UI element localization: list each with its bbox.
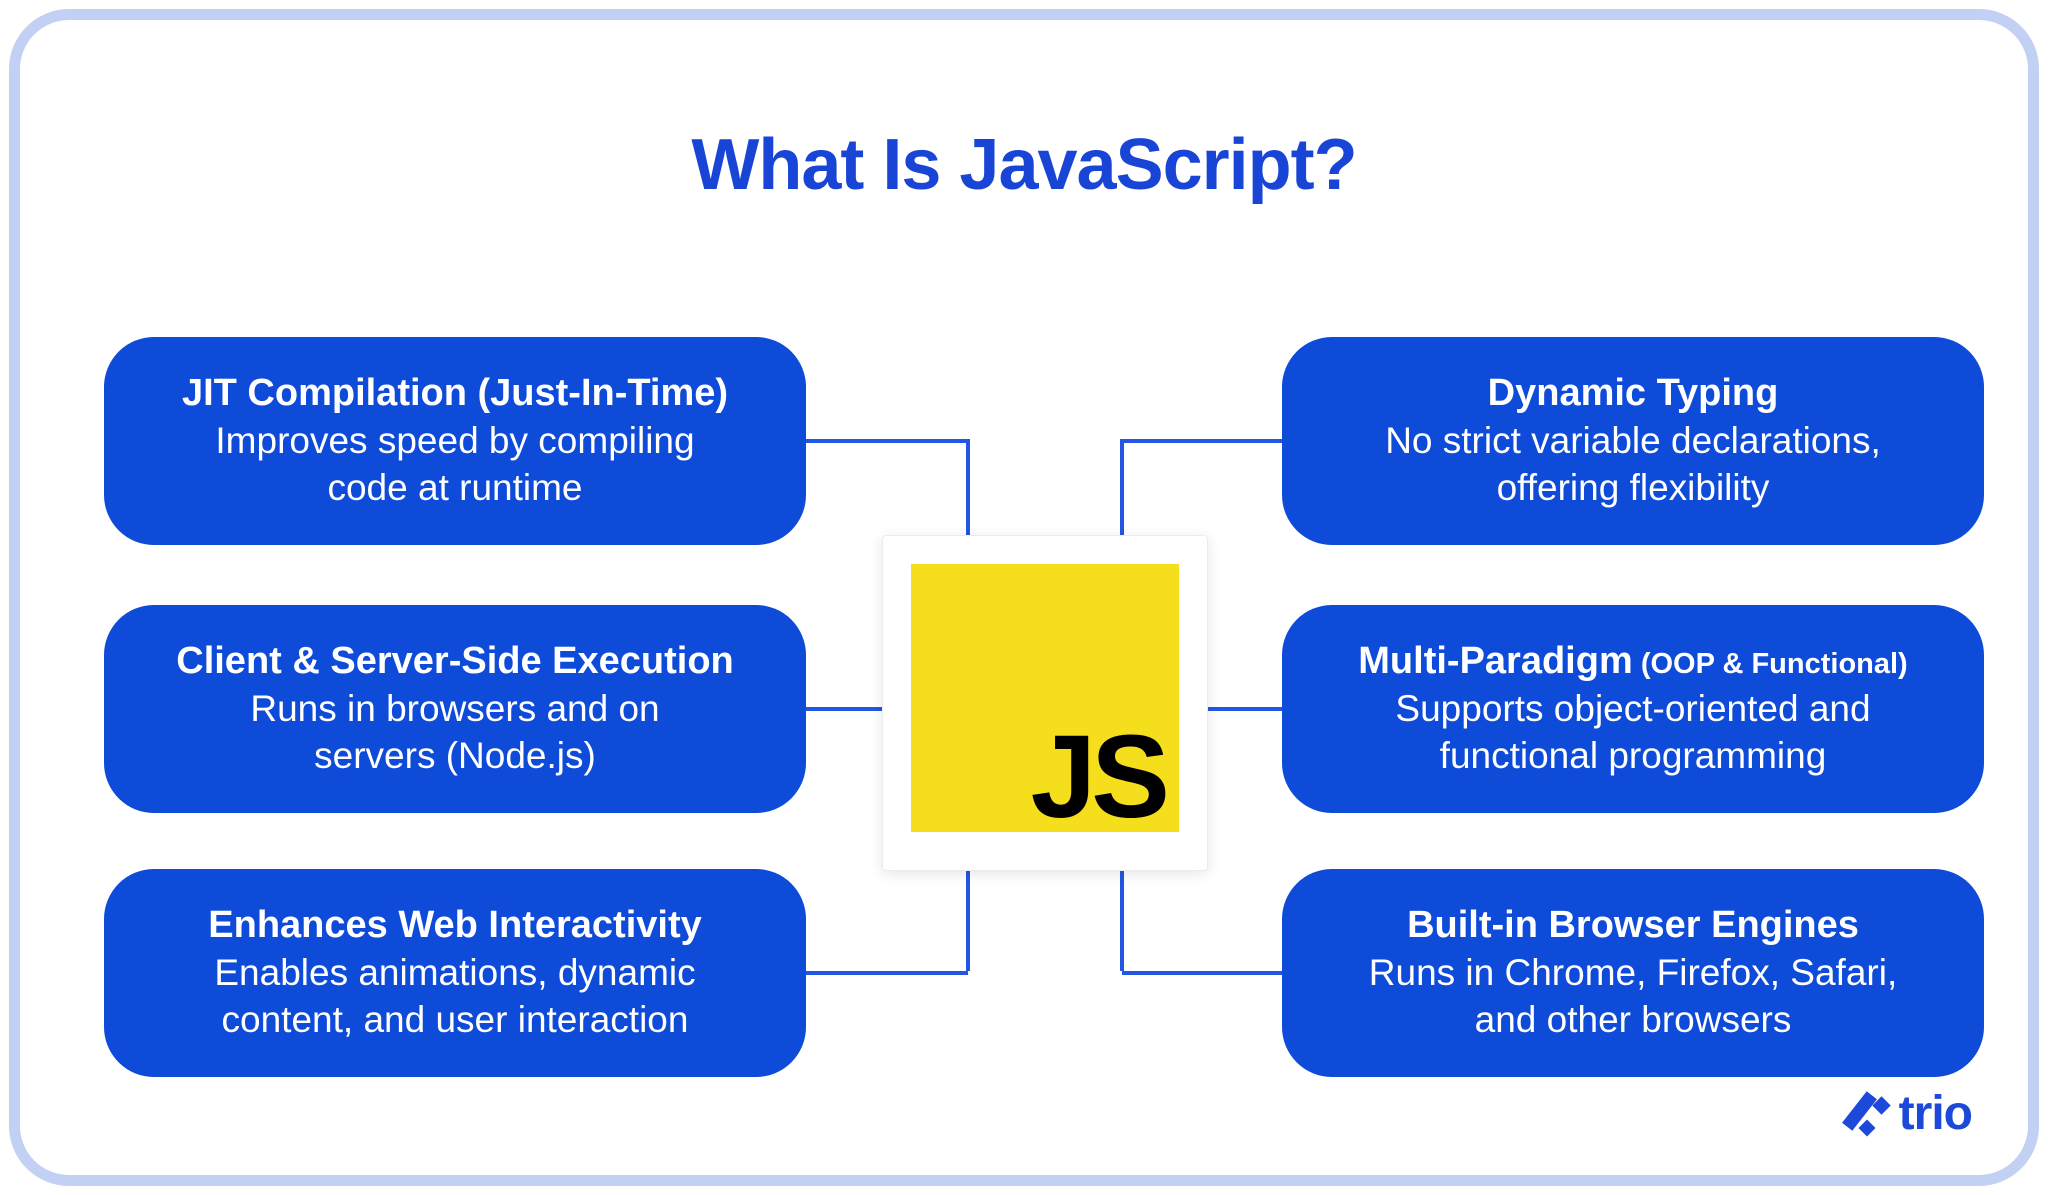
feature-heading-text: JIT Compilation (Just-In-Time) [182, 372, 728, 414]
feature-box-client-server: Client & Server-Side Execution Runs in b… [104, 605, 806, 813]
connector-web-interactivity-vertical [966, 869, 970, 971]
connector-multi-paradigm-horizontal [1206, 707, 1282, 711]
feature-body: Runs in Chrome, Firefox, Safari, and oth… [1369, 950, 1897, 1044]
feature-body: Supports object-oriented and functional … [1395, 686, 1870, 780]
feature-box-browser-engines: Built-in Browser Engines Runs in Chrome,… [1282, 869, 1984, 1077]
feature-box-web-interactivity: Enhances Web Interactivity Enables anima… [104, 869, 806, 1077]
connector-dynamic-typing-vertical [1120, 439, 1124, 535]
feature-body: Enables animations, dynamic content, and… [214, 950, 695, 1044]
feature-heading-text: Multi-Paradigm [1358, 640, 1632, 682]
feature-heading: Enhances Web Interactivity [208, 902, 701, 950]
feature-body: No strict variable declarations, offerin… [1385, 418, 1881, 512]
connector-web-interactivity-horizontal [806, 971, 968, 975]
feature-box-dynamic-typing: Dynamic Typing No strict variable declar… [1282, 337, 1984, 545]
feature-heading-text: Built-in Browser Engines [1407, 904, 1859, 946]
feature-heading-suffix: (OOP & Functional) [1633, 648, 1908, 680]
connector-jit-vertical [966, 439, 970, 535]
infographic-frame: What Is JavaScript? JIT Compilation (Jus… [9, 9, 2039, 1186]
trio-logo-text: trio [1899, 1090, 1972, 1138]
page-title: What Is JavaScript? [20, 124, 2028, 206]
feature-heading: JIT Compilation (Just-In-Time) [182, 370, 728, 418]
javascript-logo-text: JS [1031, 729, 1165, 826]
feature-box-jit-compilation: JIT Compilation (Just-In-Time) Improves … [104, 337, 806, 545]
connector-dynamic-typing-horizontal [1122, 439, 1282, 443]
connector-browser-engines-horizontal [1122, 971, 1282, 975]
javascript-logo-card: JS [882, 535, 1208, 871]
feature-heading: Built-in Browser Engines [1407, 902, 1859, 950]
trio-logo-icon [1847, 1089, 1889, 1139]
feature-body: Runs in browsers and on servers (Node.js… [250, 686, 659, 780]
trio-icon-diamond-bottom [1858, 1120, 1875, 1137]
feature-box-multi-paradigm: Multi-Paradigm(OOP & Functional) Support… [1282, 605, 1984, 813]
feature-heading: Client & Server-Side Execution [176, 638, 734, 686]
feature-heading: Dynamic Typing [1488, 370, 1779, 418]
feature-heading: Multi-Paradigm(OOP & Functional) [1358, 638, 1907, 686]
feature-heading-text: Client & Server-Side Execution [176, 640, 734, 682]
connector-browser-engines-vertical [1120, 869, 1124, 971]
brand-logo: trio [1847, 1089, 1972, 1139]
feature-heading-text: Dynamic Typing [1488, 372, 1779, 414]
feature-heading-text: Enhances Web Interactivity [208, 904, 701, 946]
feature-body: Improves speed by compiling code at runt… [215, 418, 694, 512]
connector-jit-horizontal [806, 439, 968, 443]
javascript-logo: JS [911, 564, 1179, 832]
connector-client-server-horizontal [806, 707, 882, 711]
